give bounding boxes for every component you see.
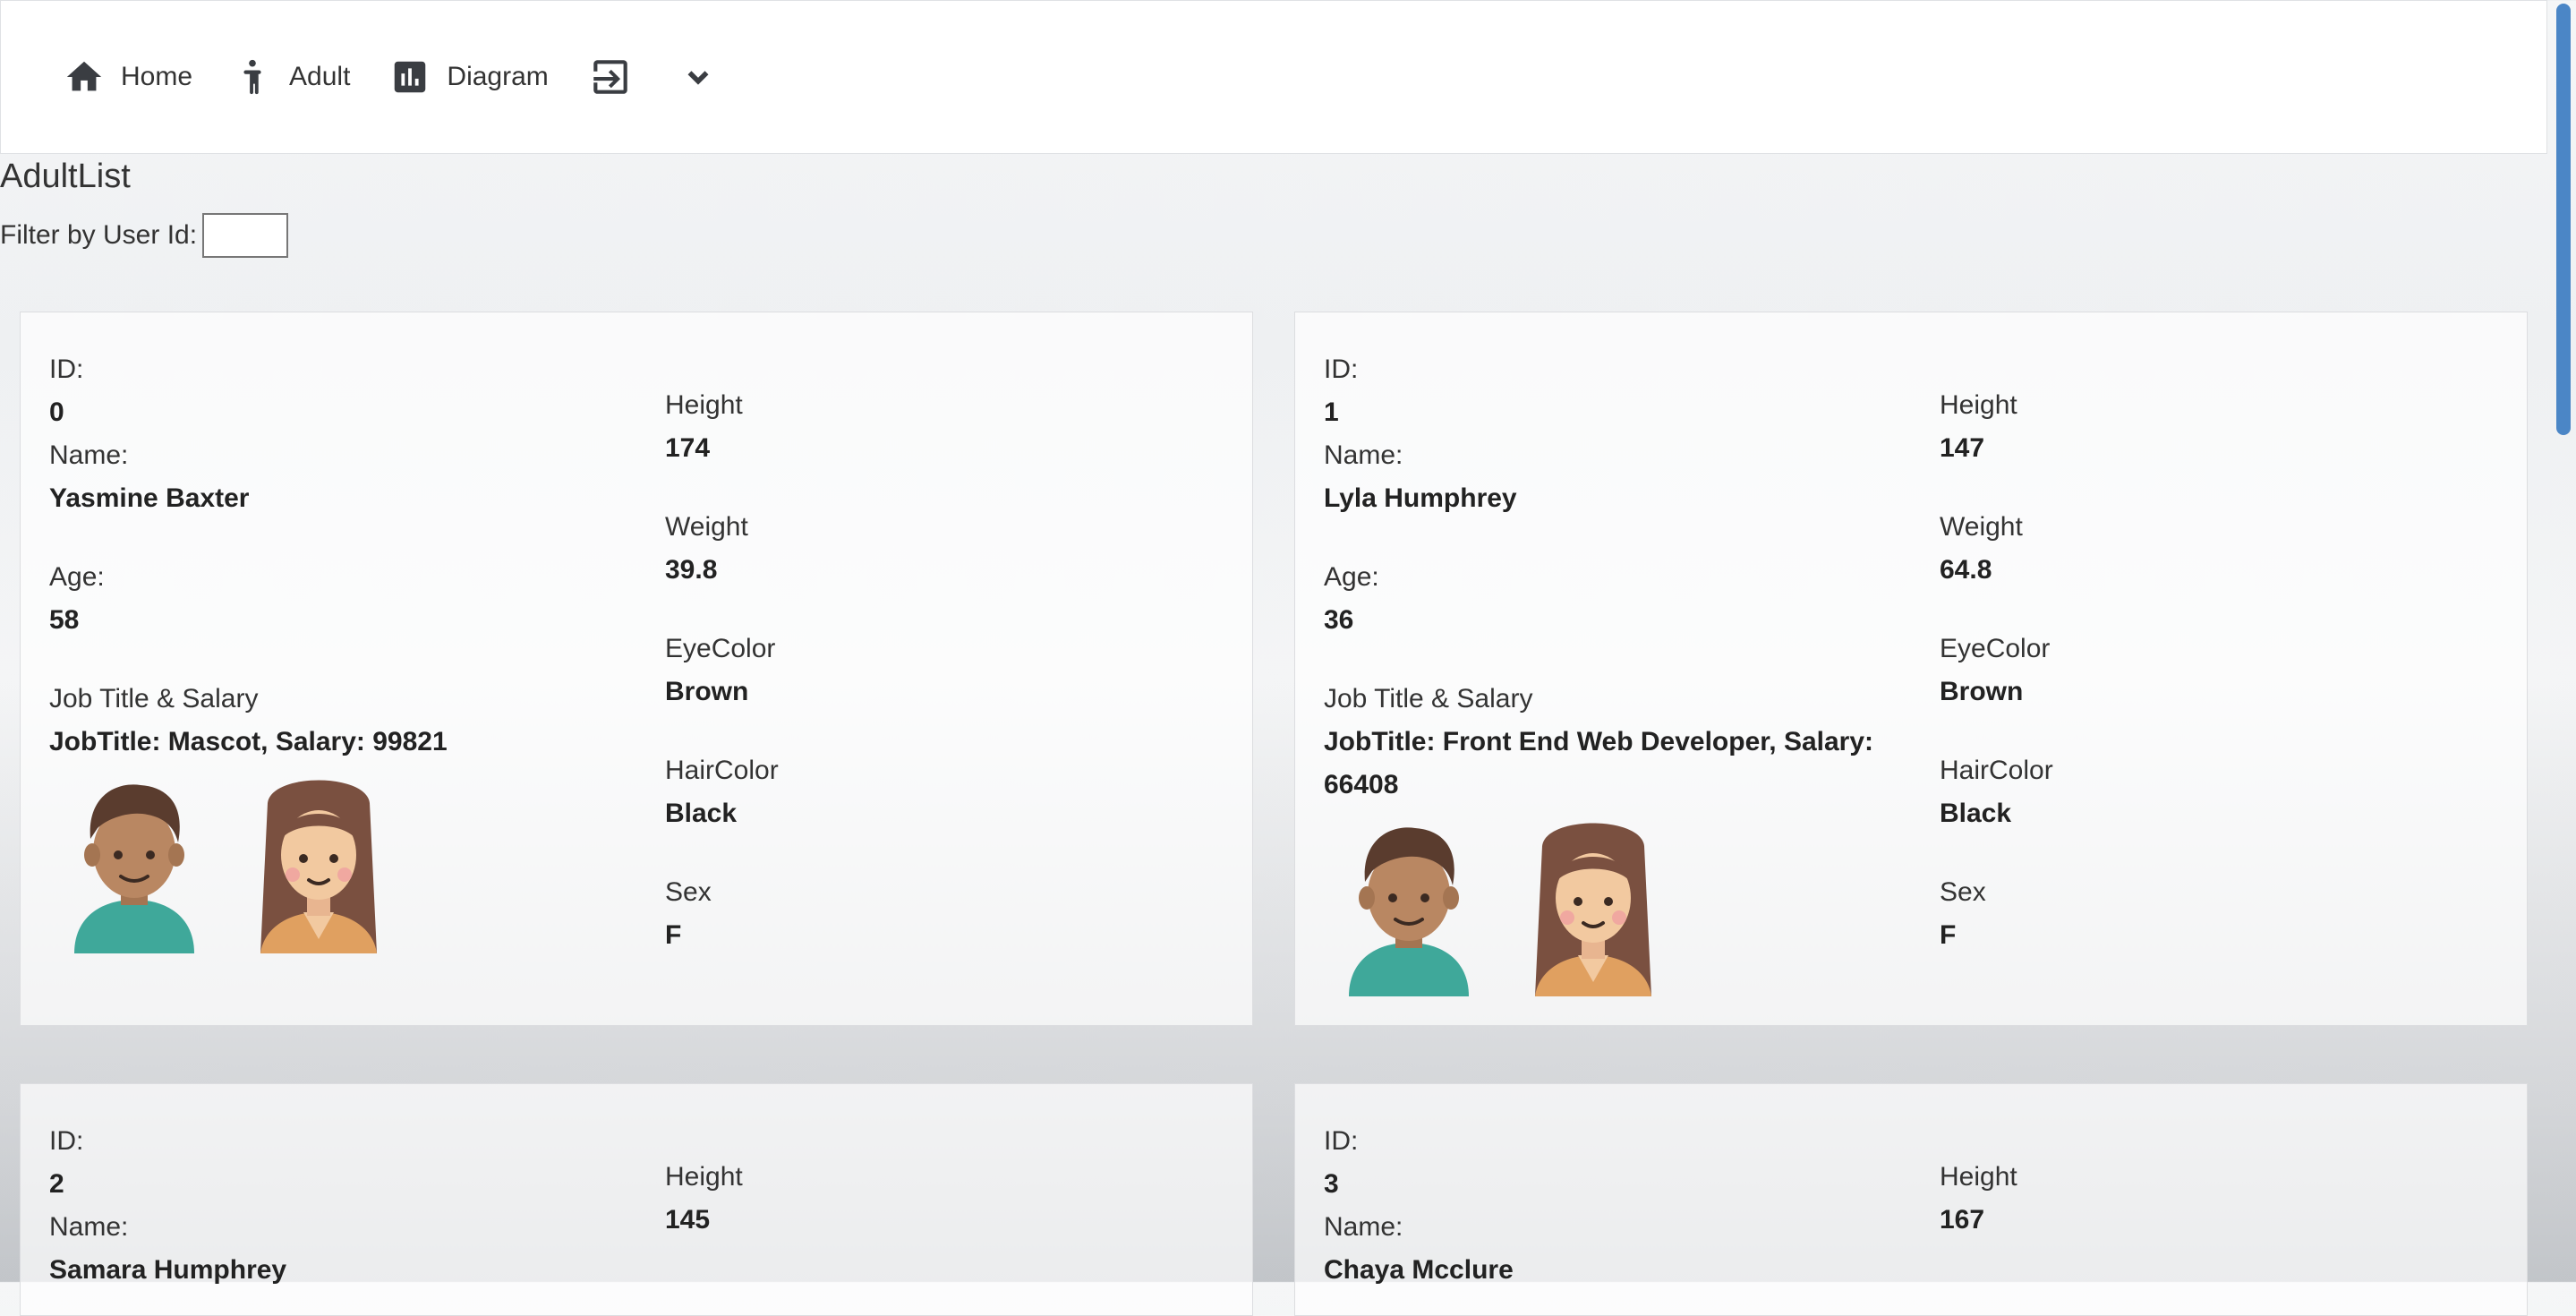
age-label: Age: [1324,562,1379,592]
eye-color-label: EyeColor [1940,634,2051,663]
id-label: ID: [1324,1126,1359,1156]
id-label: ID: [49,355,84,384]
nav-home[interactable]: Home [64,56,192,98]
avatar-group [67,769,622,953]
adult-info-right: Height 174 Weight 39.8 EyeColor Brown Ha… [665,384,1202,957]
height-value: 145 [665,1205,711,1235]
name-label: Name: [49,1212,129,1242]
hair-color-value: Black [1940,799,2012,828]
height-label: Height [665,1162,743,1192]
height-label: Height [665,390,743,420]
nav-diagram[interactable]: Diagram [389,56,549,98]
age-value: 36 [1324,605,1354,635]
avatar-group [1342,812,1879,996]
logout-icon [593,60,627,94]
age-value: 58 [49,605,80,635]
person-icon [243,59,261,95]
adult-info-right: Height 145 [665,1156,1202,1242]
sex-value: F [665,920,682,950]
id-value: 1 [1324,397,1339,427]
logout-button[interactable] [588,55,649,99]
height-label: Height [1940,1162,2017,1192]
id-value: 0 [49,397,64,427]
sex-value: F [1940,920,1957,950]
nav-adult-label: Adult [289,62,351,91]
name-value: Chaya Mcclure [1324,1255,1514,1285]
weight-label: Weight [1940,512,2023,542]
filter-row: Filter by User Id: [0,213,289,258]
page-title: AdultList [0,158,131,195]
adult-info-left: ID: 3 Name: Chaya Mcclure [1324,1120,1897,1292]
adult-card: ID: 3 Name: Chaya Mcclure Height 167 [1294,1083,2528,1316]
home-icon [66,61,102,91]
hair-color-label: HairColor [665,756,779,785]
sex-label: Sex [1940,877,1986,907]
name-value: Samara Humphrey [49,1255,287,1285]
eye-color-value: Brown [665,677,749,706]
adult-info-left: ID: 1 Name: Lyla Humphrey Age: 36 Job Ti… [1324,348,1879,996]
eye-color-value: Brown [1940,677,2024,706]
weight-value: 64.8 [1940,555,1992,585]
job-label: Job Title & Salary [1324,684,1533,714]
id-label: ID: [49,1126,84,1156]
weight-label: Weight [665,512,748,542]
adult-card: ID: 2 Name: Samara Humphrey Height 145 [20,1083,1253,1316]
name-value: Yasmine Baxter [49,483,250,513]
adult-info-right: Height 147 Weight 64.8 EyeColor Brown Ha… [1940,384,2477,957]
chevron-down-icon [687,71,709,85]
nav-home-label: Home [121,62,193,91]
hair-color-value: Black [665,799,738,828]
name-label: Name: [49,440,129,470]
nav-adult[interactable]: Adult [232,56,350,98]
top-navbar: Home Adult Diagram [0,0,2547,154]
adult-card: ID: 0 Name: Yasmine Baxter Age: 58 Job T… [20,312,1253,1026]
name-label: Name: [1324,440,1403,470]
id-value: 3 [1324,1169,1339,1199]
filter-label: Filter by User Id: [0,220,198,250]
user-id-filter-input[interactable] [202,213,289,258]
nav-diagram-label: Diagram [447,62,549,91]
adult-card: ID: 1 Name: Lyla Humphrey Age: 36 Job Ti… [1294,312,2528,1026]
nav-dropdown-toggle[interactable] [681,60,731,94]
vertical-scrollbar[interactable] [2551,0,2576,1282]
height-value: 167 [1940,1205,1985,1235]
boy-avatar-icon [74,784,194,953]
job-value: JobTitle: Mascot, Salary: 99821 [49,727,448,756]
job-value: JobTitle: Front End Web Developer, Salar… [1324,727,1874,799]
job-label: Job Title & Salary [49,684,259,714]
name-label: Name: [1324,1212,1403,1242]
sex-label: Sex [665,877,712,907]
girl-avatar-icon [1535,823,1651,996]
weight-value: 39.8 [665,555,718,585]
adult-info-right: Height 167 [1940,1156,2477,1242]
girl-avatar-icon [260,780,377,953]
age-label: Age: [49,562,105,592]
scrollbar-thumb[interactable] [2556,4,2571,435]
id-label: ID: [1324,355,1359,384]
height-value: 147 [1940,433,1985,463]
height-label: Height [1940,390,2017,420]
id-value: 2 [49,1169,64,1199]
name-value: Lyla Humphrey [1324,483,1517,513]
chart-icon [395,61,426,93]
eye-color-label: EyeColor [665,634,776,663]
hair-color-label: HairColor [1940,756,2053,785]
adult-info-left: ID: 2 Name: Samara Humphrey [49,1120,622,1292]
adult-info-left: ID: 0 Name: Yasmine Baxter Age: 58 Job T… [49,348,622,953]
boy-avatar-icon [1349,827,1469,996]
height-value: 174 [665,433,711,463]
